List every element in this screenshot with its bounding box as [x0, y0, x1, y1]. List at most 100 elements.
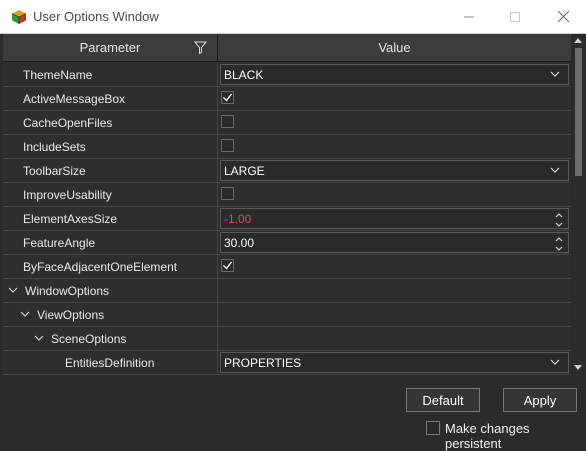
grid-row-cache-open-files: CacheOpenFiles — [3, 111, 571, 135]
improve-usability-checkbox[interactable] — [221, 187, 234, 200]
param-cell: ThemeName — [3, 63, 218, 86]
value-cell: LARGE — [218, 159, 571, 182]
value-cell: PROPERTIES — [218, 351, 571, 374]
group-name: SceneOptions — [51, 331, 127, 346]
vertical-scrollbar[interactable] — [572, 34, 584, 375]
param-name: ThemeName — [23, 67, 93, 82]
grid-row-scene-options[interactable]: SceneOptions — [3, 327, 571, 351]
apply-button[interactable]: Apply — [503, 388, 577, 412]
scroll-up-icon[interactable] — [574, 37, 582, 43]
param-cell: FeatureAngle — [3, 231, 218, 254]
grid-row-toolbar-size: ToolbarSize LARGE — [3, 159, 571, 183]
grid-row-improve-usability: ImproveUsability — [3, 183, 571, 207]
param-cell: ElementAxesSize — [3, 207, 218, 230]
spinner-icon[interactable] — [554, 235, 564, 253]
scrollbar-thumb[interactable] — [575, 48, 582, 176]
parameter-column-header[interactable]: Parameter — [3, 34, 218, 62]
numeric-value: 30.00 — [224, 236, 255, 250]
param-cell: ActiveMessageBox — [3, 87, 218, 110]
toolbar-size-combo[interactable]: LARGE — [220, 160, 569, 181]
grid-row-include-sets: IncludeSets — [3, 135, 571, 159]
theme-name-combo[interactable]: BLACK — [220, 64, 569, 85]
minimize-icon — [464, 16, 474, 17]
value-cell: 30.00 — [218, 231, 571, 254]
make-changes-persistent-checkbox[interactable] — [426, 421, 440, 435]
value-header-label: Value — [378, 40, 411, 55]
group-name: ViewOptions — [37, 307, 105, 322]
value-cell — [218, 111, 571, 134]
maximize-button[interactable] — [492, 0, 538, 33]
grid-row-by-face-adjacent-one-element: ByFaceAdjacentOneElement — [3, 255, 571, 279]
cache-open-files-checkbox[interactable] — [221, 115, 234, 128]
param-cell: ViewOptions — [3, 303, 218, 326]
value-cell: -1.00 — [218, 207, 571, 230]
param-name: IncludeSets — [23, 139, 86, 154]
value-cell — [218, 183, 571, 206]
grid-row-element-axes-size: ElementAxesSize -1.00 — [3, 207, 571, 231]
value-cell — [218, 279, 571, 302]
grid-row-feature-angle: FeatureAngle 30.00 — [3, 231, 571, 255]
param-name: ActiveMessageBox — [23, 91, 126, 106]
chevron-down-icon[interactable] — [19, 311, 31, 319]
param-cell: IncludeSets — [3, 135, 218, 158]
param-name: ImproveUsability — [23, 187, 112, 202]
value-cell — [218, 255, 571, 278]
combo-value: LARGE — [224, 164, 265, 178]
chevron-down-icon — [550, 71, 560, 77]
spinner-icon[interactable] — [554, 211, 564, 229]
check-icon — [223, 261, 233, 270]
scroll-down-icon[interactable] — [574, 365, 582, 371]
entities-definition-combo[interactable]: PROPERTIES — [220, 352, 569, 373]
param-name: ToolbarSize — [23, 163, 86, 178]
value-cell — [218, 327, 571, 350]
param-name: ElementAxesSize — [23, 211, 118, 226]
param-name: CacheOpenFiles — [23, 115, 113, 130]
combo-value: BLACK — [224, 68, 264, 82]
app-cube-icon — [11, 10, 27, 24]
param-name: ByFaceAdjacentOneElement — [23, 259, 178, 274]
chevron-down-icon — [550, 167, 560, 173]
param-cell: CacheOpenFiles — [3, 111, 218, 134]
value-cell — [218, 87, 571, 110]
chevron-down-icon — [550, 359, 560, 365]
filter-icon[interactable] — [194, 41, 207, 54]
group-name: WindowOptions — [25, 283, 110, 298]
element-axes-size-numeric-input[interactable]: -1.00 — [220, 208, 569, 229]
param-name: FeatureAngle — [23, 235, 96, 250]
check-icon — [223, 93, 233, 102]
grid-row-theme-name: ThemeName BLACK — [3, 63, 571, 87]
numeric-value: -1.00 — [224, 212, 252, 226]
grid-row-window-options[interactable]: WindowOptions — [3, 279, 571, 303]
grid-row-view-options[interactable]: ViewOptions — [3, 303, 571, 327]
chevron-down-icon[interactable] — [33, 335, 45, 343]
grid-row-active-message-box: ActiveMessageBox — [3, 87, 571, 111]
param-cell: ImproveUsability — [3, 183, 218, 206]
property-grid: Parameter Value ThemeName BLACK ActiveMe… — [3, 34, 571, 375]
value-cell — [218, 135, 571, 158]
close-button[interactable] — [540, 0, 586, 33]
close-icon — [557, 11, 569, 22]
window-title: User Options Window — [33, 9, 159, 24]
value-column-header[interactable]: Value — [218, 34, 571, 62]
grid-row-entities-definition: EntitiesDefinition PROPERTIES — [3, 351, 571, 375]
default-button[interactable]: Default — [406, 388, 480, 412]
param-cell: WindowOptions — [3, 279, 218, 302]
feature-angle-numeric-input[interactable]: 30.00 — [220, 232, 569, 253]
chevron-down-icon[interactable] — [7, 287, 19, 295]
make-changes-persistent-label: Make changes persistent — [445, 421, 530, 451]
param-cell: SceneOptions — [3, 327, 218, 350]
value-cell: BLACK — [218, 63, 571, 86]
by-face-adjacent-checkbox[interactable] — [221, 259, 234, 272]
minimize-button[interactable] — [446, 0, 492, 33]
param-cell: ToolbarSize — [3, 159, 218, 182]
maximize-icon — [510, 11, 520, 22]
default-button-label: Default — [422, 392, 464, 408]
value-cell — [218, 303, 571, 326]
param-cell: ByFaceAdjacentOneElement — [3, 255, 218, 278]
include-sets-checkbox[interactable] — [221, 139, 234, 152]
param-cell: EntitiesDefinition — [3, 351, 218, 374]
combo-value: PROPERTIES — [224, 356, 302, 370]
apply-button-label: Apply — [523, 392, 557, 408]
active-message-box-checkbox[interactable] — [221, 91, 234, 104]
parameter-header-label: Parameter — [79, 40, 141, 55]
